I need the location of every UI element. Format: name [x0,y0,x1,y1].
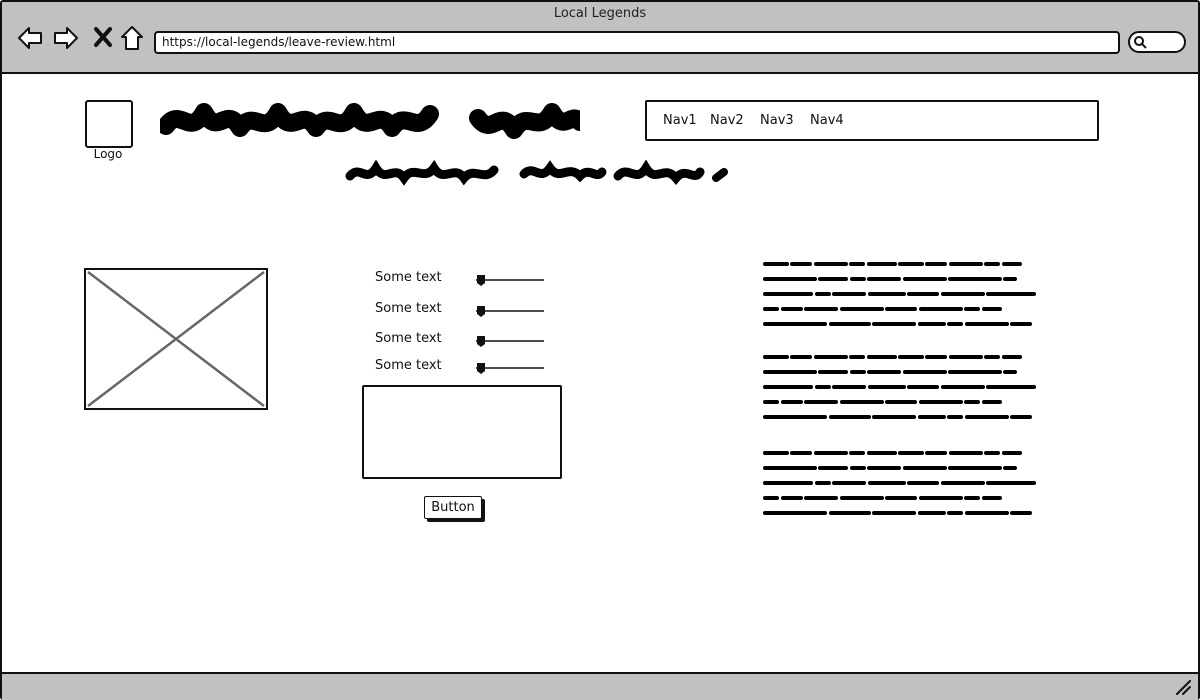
site-title-scribble [160,103,580,139]
logo-placeholder [85,100,133,148]
nav-item-1[interactable]: Nav1 [663,113,697,128]
submit-button[interactable]: Button [424,496,482,519]
logo-label: Logo [93,147,123,161]
resize-grip-icon[interactable] [1174,678,1192,696]
search-icon[interactable] [1128,31,1186,53]
slider-label-3: Some text [375,331,442,346]
slider-2[interactable] [474,304,546,318]
close-icon[interactable] [90,24,118,52]
slider-label-2: Some text [375,301,442,316]
slider-label-4: Some text [375,358,442,373]
review-textarea[interactable] [362,385,562,479]
slider-3[interactable] [474,334,546,348]
nav-item-2[interactable]: Nav2 [710,113,744,128]
paragraph-2-scribble [763,355,1037,419]
slider-4[interactable] [474,361,546,375]
paragraph-3-scribble [763,451,1037,515]
window-title: Local Legends [553,6,647,21]
slider-1[interactable] [474,273,546,287]
paragraph-1-scribble [763,262,1037,326]
status-bar [2,672,1198,700]
back-icon[interactable] [16,24,44,52]
home-icon[interactable] [118,24,146,52]
browser-titlebar: Local Legends https://local-legends/leav… [2,2,1198,74]
tagline-scribble [345,160,728,186]
nav-item-4[interactable]: Nav4 [810,113,844,128]
forward-icon[interactable] [52,24,80,52]
nav-item-3[interactable]: Nav3 [760,113,794,128]
address-bar[interactable]: https://local-legends/leave-review.html [154,31,1120,54]
nav-bar: Nav1 Nav2 Nav3 Nav4 [645,100,1099,141]
image-placeholder [84,268,268,410]
slider-label-1: Some text [375,270,442,285]
